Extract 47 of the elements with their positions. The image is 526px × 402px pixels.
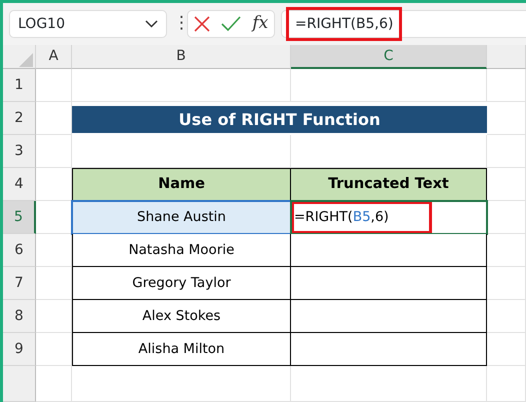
insert-function-button[interactable]: fx: [252, 11, 268, 37]
column-heading: Truncated Text: [291, 168, 487, 201]
row-header[interactable]: 6: [3, 234, 36, 267]
cancel-icon[interactable]: [194, 16, 210, 32]
table-cell[interactable]: Shane Austin: [72, 201, 291, 234]
sheet-cell[interactable]: [36, 366, 72, 402]
table-cell[interactable]: [291, 267, 487, 300]
sheet-cell[interactable]: [487, 69, 526, 102]
row-header[interactable]: 7: [3, 267, 36, 300]
corner-triangle-icon[interactable]: [19, 52, 33, 66]
row-header[interactable]: 4: [3, 168, 36, 201]
formula-text: =RIGHT(B5,6): [295, 14, 394, 34]
formula-text: =RIGHT(B5,6): [294, 208, 389, 227]
sheet-cell[interactable]: [36, 69, 72, 102]
table-cell[interactable]: Natasha Moorie: [72, 234, 291, 267]
row-header[interactable]: 5: [3, 201, 36, 234]
row-header[interactable]: [3, 366, 36, 402]
row-header[interactable]: 3: [3, 135, 36, 168]
row-header[interactable]: 1: [3, 69, 36, 102]
table-cell[interactable]: [291, 234, 487, 267]
chevron-icon[interactable]: [145, 20, 158, 28]
name-box[interactable]: LOG10: [9, 10, 167, 38]
column-header[interactable]: C: [291, 45, 487, 69]
column-header[interactable]: [487, 45, 526, 69]
row-header[interactable]: 9: [3, 333, 36, 366]
title-banner: Use of RIGHT Function: [72, 106, 487, 133]
table-cell[interactable]: [291, 300, 487, 333]
table-cell[interactable]: Gregory Taylor: [72, 267, 291, 300]
name-box-value: LOG10: [18, 14, 65, 34]
table-cell[interactable]: Alisha Milton: [72, 333, 291, 366]
table-cell[interactable]: Alex Stokes: [72, 300, 291, 333]
check-icon[interactable]: [221, 16, 242, 32]
column-header[interactable]: A: [36, 45, 72, 69]
more-icon[interactable]: ⋮: [173, 11, 181, 37]
column-header[interactable]: B: [72, 45, 291, 69]
select-all-button[interactable]: [3, 45, 36, 69]
sheet-cell[interactable]: [487, 366, 526, 402]
sheet-cell[interactable]: [36, 135, 72, 168]
sheet-cell[interactable]: [291, 69, 487, 102]
table-cell[interactable]: =RIGHT(B5,6): [291, 201, 487, 234]
sheet-cell[interactable]: [72, 69, 291, 102]
column-heading: Name: [72, 168, 291, 201]
formula-bar[interactable]: =RIGHT(B5,6): [281, 10, 526, 38]
sheet-cell[interactable]: [487, 135, 526, 168]
table-cell[interactable]: [291, 333, 487, 366]
row-header[interactable]: 2: [3, 102, 36, 135]
row-header[interactable]: 8: [3, 300, 36, 333]
